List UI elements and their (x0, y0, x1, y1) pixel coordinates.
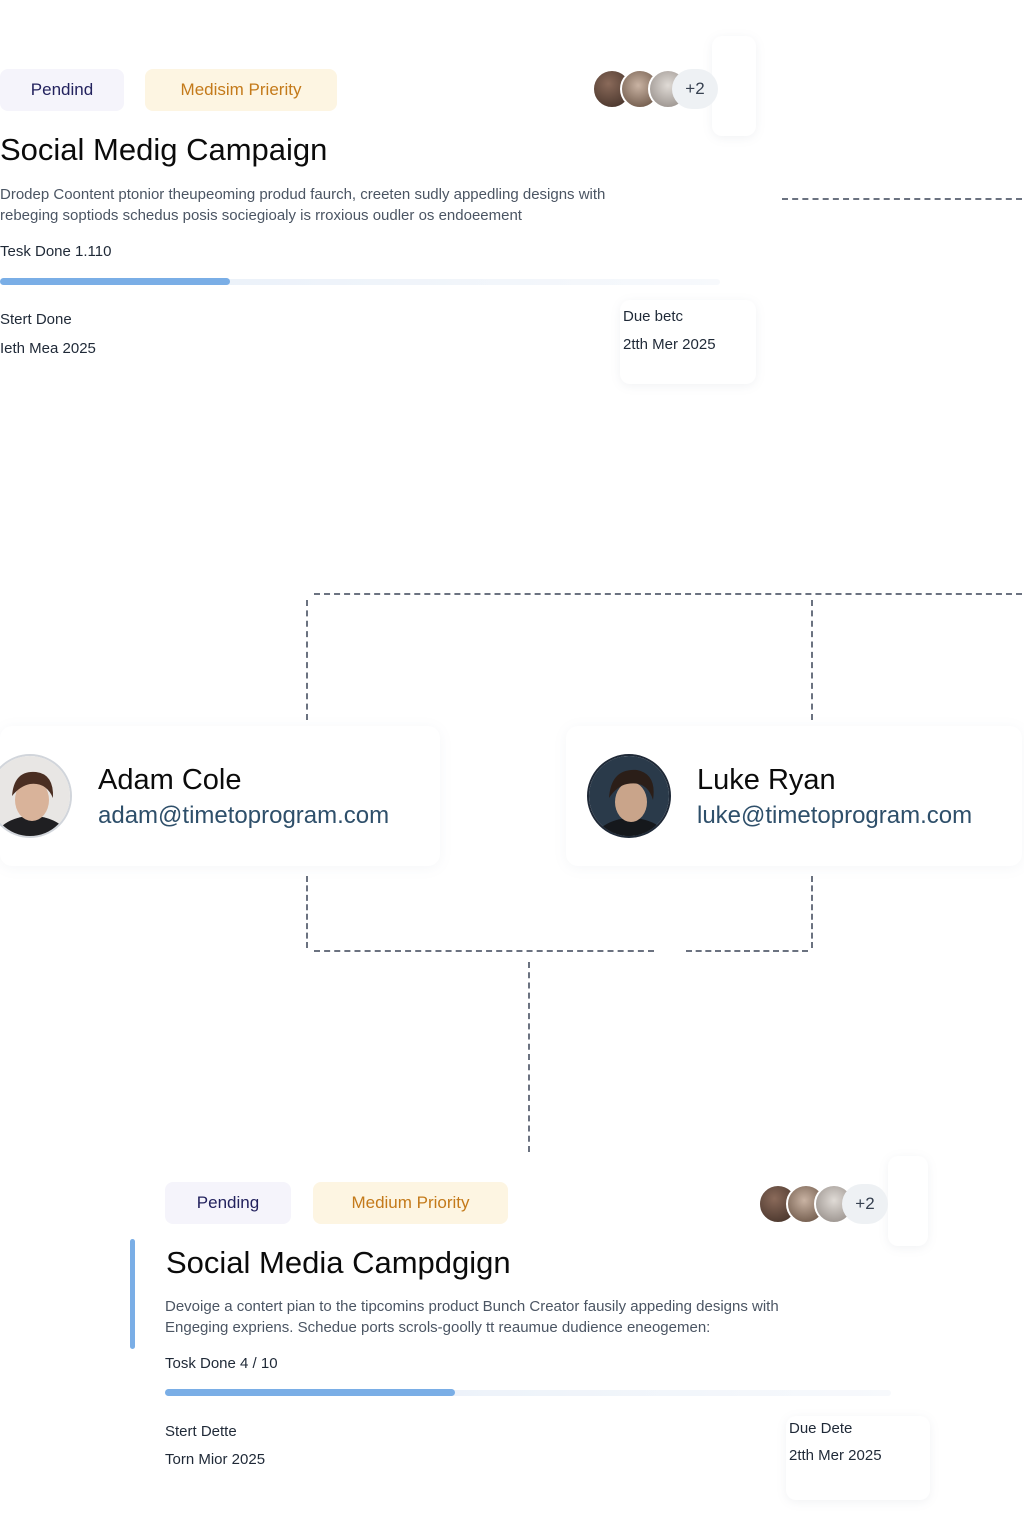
description-line: Engeging expriens. Schedue ports scrols-… (165, 1319, 711, 1336)
start-date-value: Torn Mior 2025 (165, 1451, 266, 1468)
user-name: Luke Ryan (697, 764, 836, 796)
user-email[interactable]: adam@timetoprogram.com (98, 802, 389, 830)
user-card-luke[interactable]: Luke Ryan luke@timetoprogram.com (566, 726, 1022, 866)
connector-line (528, 962, 530, 1152)
description-line: Drodep Coontent ptonior theupeoming prod… (0, 186, 606, 203)
task-description: Drodep Coontent ptonior theupeoming prod… (0, 184, 712, 226)
connector-line (306, 876, 308, 948)
card-shadow-panel (888, 1156, 928, 1246)
due-date-label: Due betc (623, 308, 684, 325)
status-badge: Pending (165, 1182, 291, 1224)
start-date-value: Ieth Mea 2025 (0, 340, 96, 357)
progress-fill (0, 278, 230, 285)
assignee-avatars[interactable]: +2 (592, 69, 722, 109)
more-assignees-count: +2 (842, 1184, 888, 1224)
priority-badge: Medium Priority (313, 1182, 508, 1224)
connector-line (782, 198, 1022, 200)
priority-badge: Medisim Prierity (145, 69, 337, 111)
user-email[interactable]: luke@timetoprogram.com (697, 802, 972, 830)
connector-line (811, 876, 813, 948)
task-description: Devoige a contert pian to the tipcomins … (165, 1296, 905, 1338)
due-date-value: 2tth Mer 2025 (789, 1447, 882, 1464)
description-line: Devoige a contert pian to the tipcomins … (165, 1298, 779, 1315)
progress-fill (165, 1389, 455, 1396)
assignee-avatars[interactable]: +2 (758, 1184, 890, 1224)
avatar (0, 754, 72, 838)
connector-line (686, 950, 808, 952)
tasks-done-label: Tesk Done 1.110 (0, 243, 112, 260)
avatar (587, 754, 671, 838)
due-date-value: 2tth Mer 2025 (623, 336, 716, 353)
connector-line (306, 600, 308, 720)
user-card-adam[interactable]: Adam Cole adam@timetoprogram.com (0, 726, 440, 866)
tasks-done-label: Tosk Done 4 / 10 (165, 1355, 278, 1372)
connector-line (811, 600, 813, 720)
user-name: Adam Cole (98, 764, 242, 796)
card-accent-bar (130, 1239, 135, 1349)
connector-line (314, 950, 654, 952)
due-date-label: Due Dete (789, 1420, 853, 1437)
more-assignees-count: +2 (672, 69, 718, 109)
status-badge: Pendind (0, 69, 124, 111)
task-title: Social Media Campdgign (166, 1245, 511, 1280)
connector-line (314, 593, 1022, 595)
start-date-label: Stert Dette (165, 1423, 237, 1440)
description-line: rebeging soptiods schedus posis sociegio… (0, 207, 522, 224)
start-date-label: Stert Done (0, 311, 72, 328)
org-task-board: Pendind Medisim Prierity +2 Social Medig… (0, 0, 1024, 1536)
task-title: Social Medig Campaign (0, 132, 328, 167)
